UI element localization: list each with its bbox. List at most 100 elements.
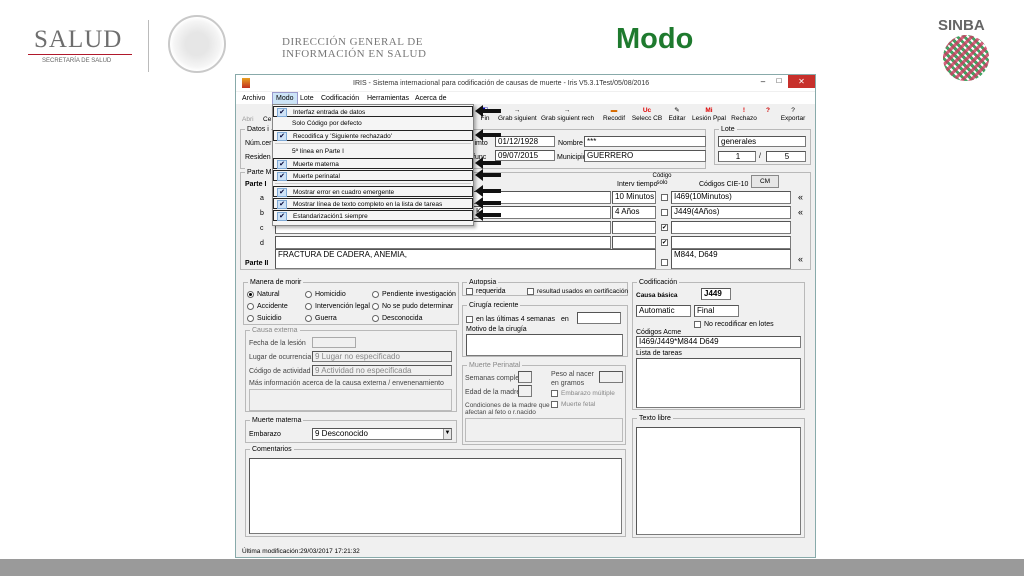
codigo-solo-d-checkbox[interactable]: ✔ (661, 239, 668, 246)
edad-madre-field[interactable] (518, 385, 532, 397)
lugar-select[interactable]: 9 Lugar no especificado (312, 351, 452, 362)
cirugia-motivo-field[interactable] (466, 334, 623, 356)
lote-current-field[interactable]: 1 (718, 151, 756, 162)
iris-window: IRIS - Sistema internacional para codifi… (235, 74, 816, 558)
mas-info-field[interactable] (249, 389, 452, 411)
exportar-button[interactable]: ? Exportar (778, 107, 808, 123)
no-determinar-radio[interactable] (372, 303, 379, 310)
lugar-label: Lugar de ocurrencia (249, 354, 312, 361)
code-d-field[interactable] (671, 236, 791, 249)
codigo-solo-label: Código solo (652, 173, 672, 186)
menu-item-mostrar-error[interactable]: ✔ Mostrar error en cuadro emergente (273, 186, 473, 197)
maximize-button[interactable]: □ (772, 76, 786, 85)
interval-a-field[interactable]: 10 Minutos (612, 191, 656, 204)
annotation-arrow-left-icon (475, 209, 501, 221)
parte2-code-field[interactable]: M844, D649 (671, 249, 791, 269)
pendiente-radio[interactable] (372, 291, 379, 298)
menu-lote[interactable]: Lote (300, 94, 314, 103)
interval-d-field[interactable] (612, 236, 656, 249)
interval-b-field[interactable]: 4 Años (612, 206, 656, 219)
help-button[interactable]: ? (763, 107, 773, 115)
cirugia-ultimas-checkbox[interactable] (466, 316, 473, 323)
menu-acerca[interactable]: Acerca de (415, 94, 447, 103)
menu-item-5a-linea[interactable]: 5ª línea en Parte I (273, 146, 473, 157)
municipio-field[interactable]: GUERRERO (584, 150, 706, 162)
check-icon: ✔ (277, 132, 287, 141)
guerra-radio[interactable] (305, 315, 312, 322)
code-c-field[interactable] (671, 221, 791, 234)
menu-archivo[interactable]: Archivo (242, 94, 265, 103)
no-recodificar-checkbox[interactable] (694, 321, 701, 328)
embarazo-select[interactable]: 9 Desconocido ▼ (312, 428, 452, 440)
menu-item-interfaz[interactable]: ✔ Interfaz entrada de datos (273, 106, 473, 117)
embarazo-multiple-checkbox[interactable] (551, 390, 558, 397)
autopsia-requerida-checkbox[interactable] (466, 288, 473, 295)
rechazo-button[interactable]: ! Rechazo (730, 107, 758, 123)
fecha-nacimiento-field[interactable]: 01/12/1928 (495, 136, 555, 147)
codigo-solo-b-checkbox[interactable] (661, 209, 668, 216)
selecc-cb-button[interactable]: Uc Selecc CB (631, 107, 663, 123)
peso-field[interactable] (599, 371, 623, 383)
grab-siguient-button[interactable]: → Grab siguient (498, 107, 537, 123)
menu-item-estandarizacion[interactable]: ✔ Estandarización1 siempre (273, 210, 473, 221)
accidente-radio[interactable] (247, 303, 254, 310)
desconocida-radio[interactable] (372, 315, 379, 322)
estado-field[interactable]: Final (694, 305, 739, 317)
open-button[interactable]: Abri (242, 116, 254, 124)
parte2-field[interactable]: FRACTURA DE CADERA, ANEMIA, (275, 249, 656, 269)
menu-item-mostrar-linea[interactable]: ✔ Mostrar línea de texto completo en la l… (273, 198, 473, 209)
menu-item-muerte-perinatal[interactable]: ✔ Muerte perinatal (273, 170, 473, 181)
cirugia-fecha-field[interactable] (577, 312, 621, 324)
embarazo-label: Embarazo (249, 431, 281, 438)
acme-field[interactable]: I469/J449*M844 D649 (636, 336, 801, 348)
natural-radio[interactable] (247, 291, 254, 298)
cause-d-field[interactable] (275, 236, 611, 249)
close-record-button[interactable]: Ce (263, 116, 271, 124)
codigo-solo-parte2-checkbox[interactable] (661, 259, 668, 266)
recodif-button[interactable]: ▬ Recodif (601, 107, 627, 123)
check-icon: ✔ (277, 108, 287, 117)
code-b-field[interactable]: J449(4Años) (671, 206, 791, 219)
close-button[interactable]: ✕ (788, 75, 815, 88)
grab-siguient-rech-button[interactable]: → Grab siguient rech (541, 107, 594, 123)
cm-button[interactable]: CM (751, 175, 779, 188)
code-a-field[interactable]: I469(10Minutos) (671, 191, 791, 204)
codigo-solo-c-checkbox[interactable]: ✔ (661, 224, 668, 231)
expand-a-icon[interactable]: « (798, 193, 803, 202)
menu-item-muerte-materna[interactable]: ✔ Muerte materna (273, 158, 473, 169)
edit-icon: ✎ (674, 107, 680, 114)
expand-b-icon[interactable]: « (798, 208, 803, 217)
intervencion-legal-radio[interactable] (305, 303, 312, 310)
fecha-lesion-field[interactable] (312, 337, 356, 348)
actividad-select[interactable]: 9 Actividad no especificada (312, 365, 452, 376)
lesion-ppal-button[interactable]: Mi Lesión Ppal (692, 107, 726, 123)
editar-button[interactable]: ✎ Editar (666, 107, 688, 123)
lote-name-field[interactable]: generales (718, 136, 806, 147)
nombre-field[interactable]: *** (584, 136, 706, 147)
fecha-defuncion-field[interactable]: 09/07/2015 (495, 150, 555, 161)
causa-basica-field[interactable]: J449 (701, 288, 731, 300)
lote-total-field[interactable]: 5 (766, 151, 806, 162)
menu-item-recodifica[interactable]: ✔ Recodifica y 'Siguiente rechazado' (273, 130, 473, 141)
condiciones-field[interactable] (465, 418, 623, 442)
sinba-globe-icon (943, 35, 989, 81)
menu-codificacion[interactable]: Codificación (321, 94, 359, 103)
minimize-button[interactable]: – (756, 77, 770, 86)
parte1-label: Parte I (245, 181, 267, 188)
semanas-field[interactable] (518, 371, 532, 383)
texto-libre-field[interactable] (636, 427, 801, 535)
menu-item-solo-codigo[interactable]: Solo Código por defecto (273, 118, 473, 129)
texto-libre-group: Texto libre (632, 414, 805, 538)
suicidio-radio[interactable] (247, 315, 254, 322)
homicidio-radio[interactable] (305, 291, 312, 298)
expand-parte2-icon[interactable]: « (798, 255, 803, 264)
lista-tareas-field[interactable] (636, 358, 801, 408)
menu-herramientas[interactable]: Herramientas (367, 94, 409, 103)
comentarios-field[interactable] (249, 458, 622, 534)
interval-c-field[interactable] (612, 221, 656, 234)
codigo-solo-a-checkbox[interactable] (661, 194, 668, 201)
chevron-down-icon[interactable]: ▼ (443, 429, 451, 439)
modo-field[interactable]: Automatic (636, 305, 691, 317)
autopsia-resultados-checkbox[interactable] (527, 288, 534, 295)
muerte-fetal-checkbox[interactable] (551, 401, 558, 408)
